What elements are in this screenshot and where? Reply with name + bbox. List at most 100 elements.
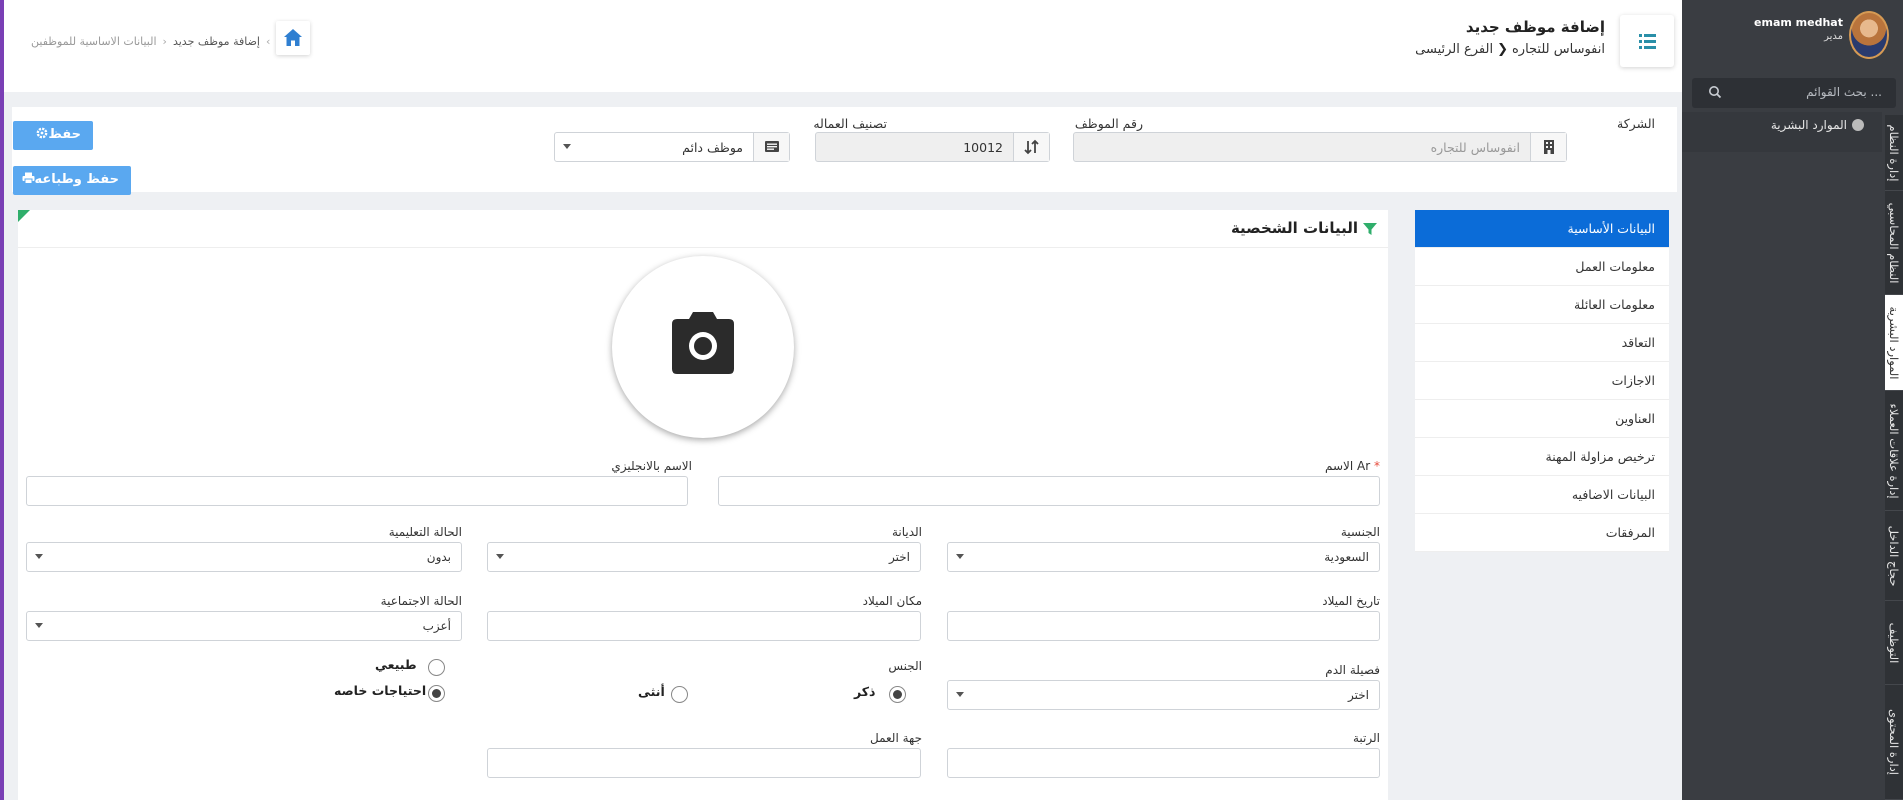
printer-icon [22,172,35,184]
employee-number-value: 10012 [963,140,1003,155]
id-card-icon [765,141,779,152]
birth-date-label: تاريخ الميلاد [1322,594,1380,608]
building-icon [1544,140,1554,154]
menu-search-placeholder: بحث القوائم ... [1806,85,1882,99]
chevron-left-icon: ❮ [1497,42,1508,57]
labor-class-value: موظف دائم [682,140,743,155]
tab-family-info[interactable]: معلومات العائلة [1415,286,1669,324]
panel-header: البيانات الشخصية [18,210,1388,248]
sidebar-item-hr[interactable]: الموارد البشرية [1771,118,1864,132]
status-normal-radio[interactable] [428,659,445,676]
education-value: بدون [426,550,451,564]
company-value: انفوساس للتجاره [1430,140,1520,155]
tab-contract[interactable]: التعاقد [1415,324,1669,362]
gender-female-label: أنثى [638,684,665,699]
blood-type-value: اختر [1348,688,1369,702]
home-button[interactable] [276,21,310,55]
module-tab-domestic-pilgrims[interactable]: حجاج الداخل [1885,511,1903,601]
tab-attachments[interactable]: المرفقات [1415,514,1669,552]
top-form-card: الشركة انفوساس للتجاره رقم الموظف 10012 … [12,107,1677,192]
nationality-value: السعودية [1324,550,1369,564]
religion-value: اختر [889,550,910,564]
company-name[interactable]: انفوساس للتجاره [1512,42,1605,57]
breadcrumb: إضافة موظف جديد ‹ البيانات الاساسية للموظف… [31,35,276,48]
tab-additional-data[interactable]: البيانات الاضافيه [1415,476,1669,514]
birth-place-input[interactable] [487,611,921,641]
marital-select[interactable]: أعزب [26,611,462,641]
company-addon [1530,133,1566,161]
module-tab-system-admin[interactable]: إدارة النظام [1885,115,1903,191]
module-tab-accounting[interactable]: النظام المحاسبي [1885,191,1903,295]
caret-down-icon [496,554,504,559]
tab-practice-license[interactable]: ترخيص مزاولة المهنة [1415,438,1669,476]
sort-arrows-icon [1024,139,1039,155]
company-field[interactable]: انفوساس للتجاره [1073,132,1567,162]
labor-class-select[interactable]: موظف دائم [554,132,790,162]
menu-toggle-button[interactable] [1620,15,1674,67]
module-tab-hr[interactable]: الموارد البشرية [1885,295,1903,391]
caret-down-icon [956,692,964,697]
birth-date-input[interactable] [947,611,1380,641]
search-icon [1709,86,1722,99]
avatar[interactable] [1849,11,1889,59]
gear-icon [36,127,48,139]
status-normal-label: طبيعي [375,657,417,672]
chevron-icon: ‹ [265,35,271,48]
tab-addresses[interactable]: العناوين [1415,400,1669,438]
blood-type-select[interactable]: اختر [947,680,1380,710]
status-special-needs-label: احتياجات خاصه [334,683,427,698]
employee-number-addon [1013,133,1049,161]
name-ar-input[interactable] [718,476,1380,506]
employee-number-field[interactable]: 10012 [815,132,1050,162]
filter-icon [1363,223,1377,235]
save-and-print-button[interactable]: حفظ وطباعه [13,166,131,195]
caret-down-icon [956,554,964,559]
education-select[interactable]: بدون [26,542,462,572]
page-title: إضافة موظف جديد [1465,18,1605,36]
personal-data-panel: البيانات الشخصية الاسم Ar * الاسم بالانج… [18,210,1388,800]
breadcrumb-parent[interactable]: البيانات الاساسية للموظفين [31,35,157,48]
gender-label: الجنس [888,659,922,673]
birth-place-label: مكان الميلاد [862,594,922,608]
sidebar-menu: الموارد البشرية [1682,112,1882,152]
user-profile[interactable]: emam medhat مدير [1682,0,1903,70]
right-sidebar: emam medhat مدير بحث القوائم ... الموارد… [1682,0,1903,800]
corner-marker [18,210,30,222]
blood-type-label: فصيلة الدم [1325,663,1380,677]
module-tab-crm[interactable]: إدارة علاقات العملاء [1885,391,1903,511]
rank-label: الرتبة [1352,731,1380,745]
name-en-input[interactable] [26,476,688,506]
tab-work-info[interactable]: معلومات العمل [1415,248,1669,286]
tab-basic-data[interactable]: البيانات الأساسية [1415,210,1669,248]
marital-value: أعزب [422,619,451,633]
camera-icon [672,312,734,374]
save-label: حفظ [48,127,81,142]
religion-label: الديانة [891,525,922,539]
menu-search-input[interactable]: بحث القوائم ... [1692,78,1896,108]
save-button[interactable]: حفظ [13,121,93,150]
work-entity-label: جهة العمل [869,731,922,745]
religion-select[interactable]: اختر [487,542,921,572]
nationality-select[interactable]: السعودية [947,542,1380,572]
rank-input[interactable] [947,748,1380,778]
work-entity-input[interactable] [487,748,921,778]
info-icon [1852,119,1864,131]
gender-male-label: ذكر [854,684,876,699]
gender-female-radio[interactable] [671,686,688,703]
name-ar-label: الاسم Ar * [1324,459,1380,473]
caret-down-icon [35,554,43,559]
module-tab-content[interactable]: إدارة المحتوى [1885,685,1903,800]
user-role: مدير [1824,31,1843,42]
labor-class-addon [753,133,789,161]
save-print-label: حفظ وطباعه [34,172,119,187]
module-tab-recruitment[interactable]: التوظيف [1885,601,1903,685]
caret-down-icon [563,144,571,149]
branch-name[interactable]: الفرع الرئيسى [1415,42,1493,57]
photo-upload[interactable] [612,256,794,438]
tab-vacations[interactable]: الاجازات [1415,362,1669,400]
module-tabs: إدارة النظام النظام المحاسبي الموارد الب… [1885,115,1903,800]
left-accent-bar [0,0,4,800]
status-special-needs-radio[interactable] [428,685,445,702]
section-tabs: البيانات الأساسية معلومات العمل معلومات … [1415,210,1669,552]
gender-male-radio[interactable] [889,686,906,703]
